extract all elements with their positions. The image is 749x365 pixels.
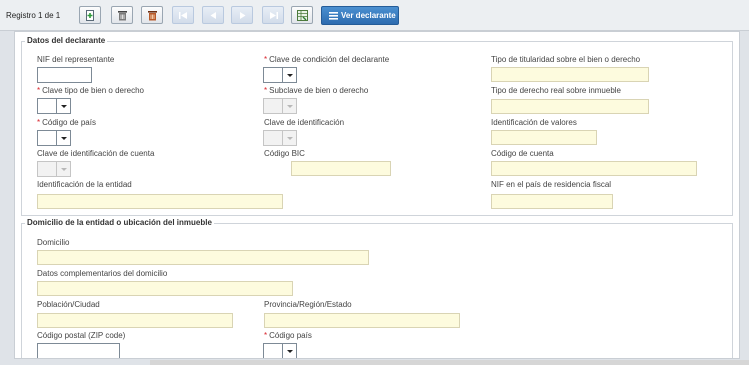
label-datos-complementarios: Datos complementarios del domicilio xyxy=(37,269,168,278)
section-title-declarante: Datos del declarante xyxy=(25,36,108,45)
provincia-input[interactable] xyxy=(264,313,460,328)
chevron-down-icon xyxy=(287,350,293,353)
chevron-down-icon xyxy=(287,74,293,77)
label-domicilio: Domicilio xyxy=(37,238,70,247)
label-identificacion-valores: Identificación de valores xyxy=(491,118,577,127)
trash-icon xyxy=(118,11,127,21)
label-nif-representante: NIF del representante xyxy=(37,55,115,64)
toolbar: Registro 1 de 1 Ver declarante xyxy=(0,0,749,31)
trash-icon xyxy=(148,11,157,21)
chevron-down-icon xyxy=(287,105,293,108)
label-clave-condicion: * Clave de condición del declarante xyxy=(264,55,390,64)
datos-complementarios-input[interactable] xyxy=(37,281,293,296)
tipo-titularidad-input[interactable] xyxy=(491,67,649,82)
section-border-right xyxy=(732,41,733,215)
subclave-bien-select[interactable] xyxy=(263,98,297,114)
identificacion-valores-input[interactable] xyxy=(491,130,597,145)
codigo-bic-input[interactable] xyxy=(291,161,391,176)
form-panel: Datos del declarante NIF del representan… xyxy=(14,31,740,359)
nif-representante-input[interactable] xyxy=(37,67,92,83)
horizontal-scrollbar[interactable] xyxy=(150,360,749,365)
section-border-left xyxy=(21,223,22,358)
delete-button[interactable] xyxy=(111,6,133,24)
identificacion-entidad-input[interactable] xyxy=(37,194,283,209)
list-icon xyxy=(329,12,338,20)
section-border-right xyxy=(732,223,733,358)
record-counter: Registro 1 de 1 xyxy=(6,11,61,20)
poblacion-input[interactable] xyxy=(37,313,233,328)
nif-pais-residencia-input[interactable] xyxy=(491,194,613,209)
label-codigo-pais: * Código de país xyxy=(37,118,96,127)
previous-arrow-icon xyxy=(210,12,216,19)
chevron-down-icon xyxy=(61,105,67,108)
codigo-pais-domicilio-select[interactable] xyxy=(263,343,297,358)
chevron-down-icon xyxy=(61,137,67,140)
last-arrow-icon xyxy=(270,12,278,19)
new-record-button[interactable] xyxy=(79,6,101,24)
label-clave-identificacion: Clave de identificación xyxy=(264,118,345,127)
label-poblacion: Población/Ciudad xyxy=(37,300,100,309)
spreadsheet-icon xyxy=(297,10,308,21)
export-button[interactable] xyxy=(291,6,313,24)
section-title-domicilio: Domicilio de la entidad o ubicación del … xyxy=(25,218,214,227)
label-codigo-postal: Código postal (ZIP code) xyxy=(37,331,126,340)
chevron-down-icon xyxy=(287,137,293,140)
next-arrow-icon xyxy=(240,12,246,19)
chevron-down-icon xyxy=(61,168,67,171)
label-codigo-cuenta: Código de cuenta xyxy=(491,149,554,158)
label-clave-identificacion-cuenta: Clave de identificación de cuenta xyxy=(37,149,155,158)
first-arrow-icon xyxy=(179,12,187,19)
label-subclave-bien: * Subclave de bien o derecho xyxy=(264,86,369,95)
label-codigo-pais-domicilio: * Código país xyxy=(264,331,312,340)
clave-condicion-select[interactable] xyxy=(263,67,297,83)
label-tipo-derecho-real: Tipo de derecho real sobre inmueble xyxy=(491,86,622,95)
ver-declarante-label: Ver declarante xyxy=(341,11,396,20)
label-clave-tipo-bien: * Clave tipo de bien o derecho xyxy=(37,86,144,95)
codigo-pais-select[interactable] xyxy=(37,130,71,146)
domicilio-input[interactable] xyxy=(37,250,369,265)
section-divider xyxy=(21,41,733,42)
previous-record-button[interactable] xyxy=(202,6,224,24)
clave-tipo-bien-select[interactable] xyxy=(37,98,71,114)
new-document-icon xyxy=(86,10,94,21)
clave-identificacion-cuenta-select[interactable] xyxy=(37,161,71,177)
last-record-button[interactable] xyxy=(262,6,284,24)
section-border-bottom xyxy=(21,215,733,216)
section-border-left xyxy=(21,41,22,215)
clave-identificacion-select[interactable] xyxy=(263,130,297,146)
delete-all-button[interactable] xyxy=(141,6,163,24)
tipo-derecho-real-input[interactable] xyxy=(491,99,649,114)
first-record-button[interactable] xyxy=(172,6,194,24)
label-identificacion-entidad: Identificación de la entidad xyxy=(37,180,132,189)
next-record-button[interactable] xyxy=(231,6,253,24)
label-provincia: Provincia/Región/Estado xyxy=(264,300,352,309)
label-nif-pais-residencia: NIF en el país de residencia fiscal xyxy=(491,180,612,189)
codigo-postal-input[interactable] xyxy=(37,343,120,358)
ver-declarante-button[interactable]: Ver declarante xyxy=(321,6,399,25)
codigo-cuenta-input[interactable] xyxy=(491,161,697,176)
label-codigo-bic: Código BIC xyxy=(264,149,305,158)
label-tipo-titularidad: Tipo de titularidad sobre el bien o dere… xyxy=(491,55,641,64)
